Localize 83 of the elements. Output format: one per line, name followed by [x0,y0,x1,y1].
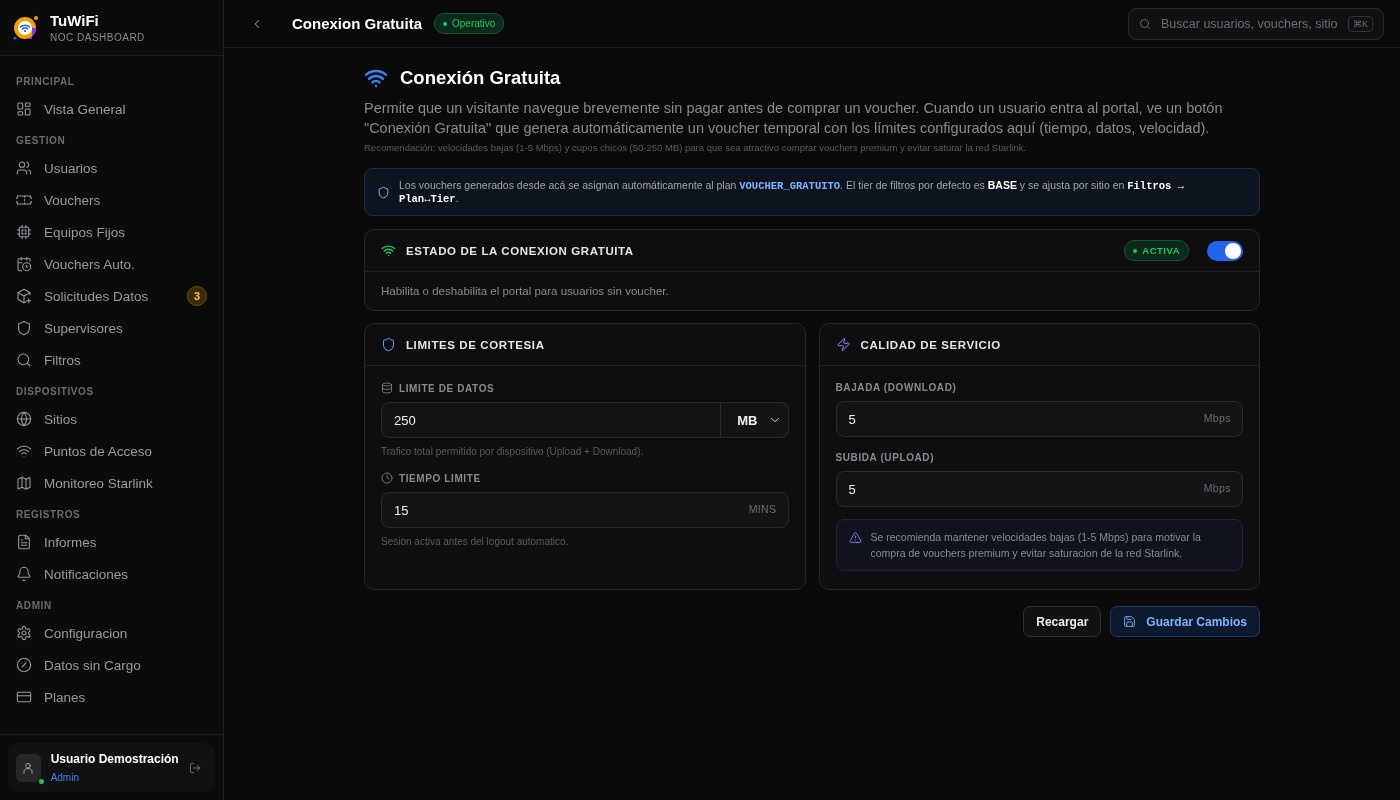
package-icon [16,288,32,304]
globe-icon [16,411,32,427]
unit-label: MINS [748,503,777,515]
wifi-icon [16,443,32,459]
sidebar-item[interactable]: Informes [8,526,215,558]
brand-subtitle: NOC DASHBOARD [50,32,145,43]
sidebar-item[interactable]: Sitios [8,403,215,435]
shield-icon [381,337,396,352]
database-icon [381,382,393,394]
person-icon [21,760,36,775]
toggle-switch[interactable] [1207,240,1243,261]
section-heading: DISPOSITIVOS [15,385,95,399]
sidebar-item[interactable]: Vouchers Auto. [8,248,215,280]
gear-icon [16,625,32,641]
field-label: SUBIDA (UPLOAD) [835,452,935,463]
sidebar-item[interactable]: Vista General [8,93,215,125]
document-icon [16,534,32,550]
sidebar-item[interactable]: Notificaciones [8,558,215,590]
description: Permite que un visitante navegue brevemente sin pagar antes de comprar un voucher. Cuando un usuario entra al portal, ve un botón "Conexión Gratuita" que genera automáticamente un voucher temporal con los límites configurados aquí (tiempo, datos, velocidad). [364,99,1224,138]
wifi-icon [381,243,396,258]
sidebar-item[interactable]: Planes [8,681,215,713]
percent-badge-icon [16,657,32,673]
recommendation-text: Recomendación: velocidades bajas (1-5 Mbps) y cupos chicos (50-250 MB) para que sea atractivo comprar vouchers premium y evitar saturar la red Starlink. [364,142,1028,153]
card-title: CALIDAD DE SERVICIO [860,338,1002,351]
lightning-icon [835,337,851,352]
status-badge: Operativo [434,13,505,34]
shield-icon [16,320,32,336]
save-icon [1123,615,1137,628]
field-label: LIMITE DE DATOS [399,382,495,394]
unit-dropdown[interactable]: MB [721,402,789,438]
logout-icon[interactable] [188,760,201,775]
sidebar-item[interactable]: Usuarios [8,152,215,184]
grid-icon [16,101,32,117]
input-field[interactable]: 250 [381,402,722,438]
warning-icon [848,531,862,544]
users-icon [16,160,32,176]
sidebar-item[interactable]: Filtros [8,344,215,376]
status-badge: ACTIVA [1124,240,1189,261]
card-title: LIMITES DE CORTESIA [406,338,546,351]
field-hint: Trafico total permitido por dispositivo (Upload + Download). [381,446,645,457]
sidebar-item[interactable]: Equipos Fijos [8,216,215,248]
field-label: TIEMPO LIMITE [399,472,481,484]
sidebar-item[interactable]: Vouchers [8,184,215,216]
sidebar-item[interactable]: Configuracion [8,617,215,649]
ticket-icon [16,192,32,208]
user-name: Usuario Demostración [50,752,179,766]
field-label: BAJADA (DOWNLOAD) [835,382,957,393]
clock-icon [381,472,393,484]
search-icon [16,352,32,368]
bell-icon [16,566,32,582]
field-hint: Sesion activa antes del logout automatico. [381,536,570,547]
calendar-clock-icon [16,256,32,272]
sidebar-item[interactable]: Datos sin Cargo [8,649,215,681]
unit-label: Mbps [1203,482,1231,494]
card-description: Habilita o deshabilita el portal para usuarios sin voucher. [380,284,670,299]
brand-name: TuWiFi [50,12,100,29]
section-heading: PRINCIPAL [15,75,76,89]
sidebar-item[interactable]: Solicitudes Datos 3 [8,280,215,312]
sidebar-item[interactable]: Supervisores [8,312,215,344]
map-icon [16,475,32,491]
chip-icon [16,224,32,240]
info-text: Los vouchers generados desde acá se asignan automáticamente al plan VOUCHER_GRATUITO. El tier de filtros por defecto es BASE y se ajusta por sitio en Filtros → Plan↔Tier. [398,179,1185,205]
search-icon [1139,17,1151,30]
heading: Conexión Gratuita [400,67,561,89]
unit-label: Mbps [1203,412,1231,424]
count-badge: 3 [187,286,207,306]
page-title: Conexion Gratuita [292,15,422,32]
save-button[interactable]: Guardar Cambios [1110,606,1260,637]
section-heading: REGISTROS [15,508,82,522]
section-heading: GESTION [15,134,67,148]
user-role: Admin [50,772,80,783]
section-heading: ADMIN [15,599,53,613]
card-icon [16,689,32,705]
warning-text: Se recomienda mantener velocidades bajas (1-5 Mbps) para motivar la compra de vouchers premium y evitar saturacion de la red Starlink. [870,530,1202,561]
shield-icon [377,185,390,199]
shortcut-hint: ⌘K [1348,15,1373,32]
sidebar-item[interactable]: Puntos de Acceso [8,435,215,467]
sidebar-item[interactable]: Monitoreo Starlink [8,467,215,499]
search-input[interactable]: Buscar usuarios, vouchers, sitio [1159,15,1340,32]
search-field[interactable]: Buscar usuarios, vouchers, sitio ⌘K [1128,7,1384,40]
reload-button[interactable]: Recargar [1023,606,1102,637]
logo-icon [12,13,40,42]
card-title: ESTADO DE LA CONEXION GRATUITA [406,244,635,257]
